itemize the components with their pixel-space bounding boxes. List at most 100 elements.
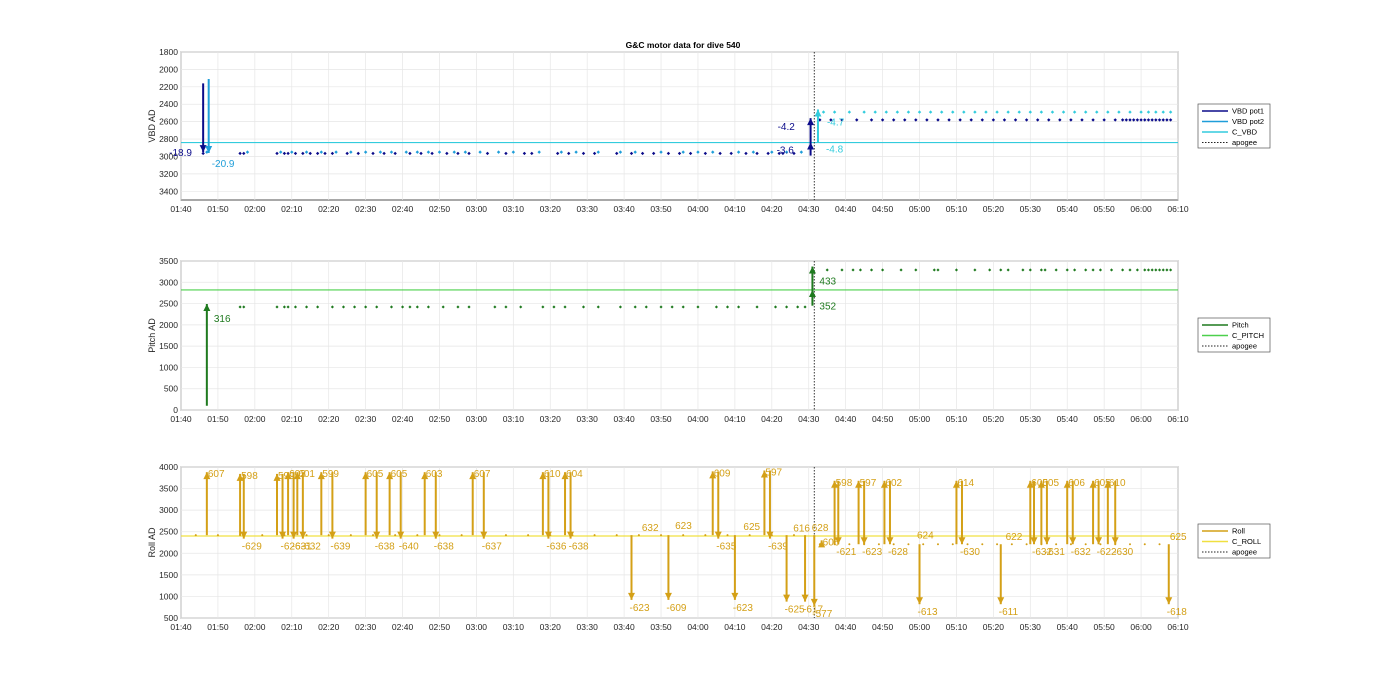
x-tick-label: 03:30 — [577, 622, 599, 632]
x-tick-label: 03:30 — [577, 414, 599, 424]
y-tick-label: 3400 — [159, 186, 178, 196]
legend-label: C_PITCH — [1232, 331, 1264, 340]
legend-label: C_ROLL — [1232, 537, 1261, 546]
motor-arrow: 623 — [675, 521, 692, 532]
x-tick-label: 02:30 — [355, 414, 377, 424]
marker-value-label: 601 — [298, 469, 315, 480]
y-tick-label: 2800 — [159, 134, 178, 144]
marker-value-label: -3.6 — [777, 146, 795, 157]
marker-value-label: -609 — [666, 603, 686, 614]
motor-arrow: 616 — [793, 524, 810, 535]
roll-point — [394, 534, 397, 537]
marker-value-label: -635 — [716, 542, 736, 553]
marker-value-label: -577 — [812, 609, 832, 620]
roll-point — [1010, 543, 1013, 546]
motor-arrow: 632 — [642, 523, 659, 534]
x-tick-label: 06:00 — [1130, 414, 1152, 424]
roll-point — [1099, 543, 1102, 546]
x-tick-label: 03:50 — [650, 622, 672, 632]
x-tick-label: 04:50 — [872, 622, 894, 632]
marker-value-label: 632 — [642, 523, 659, 534]
y-tick-label: 2000 — [159, 548, 178, 558]
x-tick-label: 02:10 — [281, 622, 303, 632]
roll-point — [438, 534, 441, 537]
marker-value-label: -630 — [960, 547, 980, 558]
axes-box — [180, 260, 1179, 411]
x-tick-label: 04:20 — [761, 204, 783, 214]
marker-value-label: -4.7 — [827, 117, 845, 128]
marker-value-label: 597 — [765, 467, 782, 478]
x-tick-label: 01:50 — [207, 622, 229, 632]
roll-point — [1158, 543, 1161, 546]
x-tick-label: 02:50 — [429, 414, 451, 424]
roll-point — [637, 534, 640, 537]
panel-2: 01:40 01:50 02:00 02:10 02:20 02:30 02:40 02:50… — [147, 256, 1271, 424]
marker-value-label: 610 — [544, 469, 561, 480]
marker-value-label: 622 — [1006, 532, 1023, 543]
legend-label: C_VBD — [1232, 128, 1258, 137]
x-tick-label: 03:50 — [650, 204, 672, 214]
x-tick-label: 05:30 — [1020, 622, 1042, 632]
panel-1: 01:40 01:50 02:00 02:10 02:20 02:30 02:40 02:50… — [147, 47, 1271, 214]
marker-value-label: 597 — [860, 478, 877, 489]
y-tick-label: 2500 — [159, 299, 178, 309]
y-axis-label: Pitch AD — [147, 318, 157, 353]
x-tick-label: 01:40 — [170, 622, 192, 632]
marker-value-label: 616 — [793, 524, 810, 535]
x-tick-label: 04:30 — [798, 204, 820, 214]
x-tick-label: 03:20 — [540, 414, 562, 424]
y-tick-label: 500 — [164, 613, 178, 623]
marker-value-label: 433 — [819, 277, 836, 288]
y-tick-label: 2000 — [159, 320, 178, 330]
legend-label: apogee — [1232, 548, 1257, 557]
x-tick-label: 02:50 — [429, 204, 451, 214]
x-tick-label: 05:40 — [1057, 414, 1079, 424]
marker-value-label: 605 — [367, 469, 384, 480]
y-axis-label: Roll AD — [147, 527, 157, 558]
roll-point — [460, 534, 463, 537]
x-tick-label: 04:00 — [687, 414, 709, 424]
marker-value-label: 599 — [322, 469, 339, 480]
roll-point — [1025, 543, 1028, 546]
x-tick-label: 03:10 — [503, 622, 525, 632]
y-tick-label: 2500 — [159, 527, 178, 537]
roll-point — [951, 543, 954, 546]
x-tick-label: 05:10 — [946, 204, 968, 214]
x-tick-label: 06:00 — [1130, 204, 1152, 214]
marker-value-label: -618 — [1167, 607, 1187, 618]
marker-value-label: -632 — [1071, 547, 1091, 558]
x-tick-label: 01:50 — [207, 414, 229, 424]
marker-value-label: 603 — [426, 469, 443, 480]
roll-point — [1069, 543, 1072, 546]
x-tick-label: 02:10 — [281, 414, 303, 424]
legend-label: Roll — [1232, 527, 1245, 536]
x-tick-label: 02:50 — [429, 622, 451, 632]
x-tick-label: 05:40 — [1057, 622, 1079, 632]
roll-point — [194, 534, 197, 537]
marker-value-label: 625 — [1170, 532, 1187, 543]
roll-point — [261, 534, 264, 537]
legend: VBD pot1VBD pot2 C_VBDapogee — [1197, 103, 1271, 149]
y-tick-label: 3200 — [159, 169, 178, 179]
roll-point — [877, 543, 880, 546]
x-tick-label: 02:20 — [318, 414, 340, 424]
marker-value-label: 607 — [208, 469, 225, 480]
y-tick-label: 500 — [164, 384, 178, 394]
marker-value-label: 624 — [917, 531, 934, 542]
y-tick-label: 2600 — [159, 117, 178, 127]
marker-value-label: 606 — [1068, 478, 1085, 489]
marker-value-label: 628 — [812, 523, 829, 534]
y-tick-label: 2000 — [159, 64, 178, 74]
legend-label: VBD pot2 — [1232, 117, 1264, 126]
marker-value-label: -637 — [482, 542, 502, 553]
roll-point — [615, 534, 618, 537]
x-tick-label: 05:50 — [1094, 622, 1116, 632]
x-tick-label: 03:20 — [540, 622, 562, 632]
x-tick-label: 04:20 — [761, 622, 783, 632]
x-tick-label: 05:20 — [983, 414, 1005, 424]
roll-point — [682, 534, 685, 537]
panel-3: 01:40 01:50 02:00 02:10 02:20 02:30 02:40 02:50… — [147, 462, 1271, 632]
roll-point — [1128, 543, 1131, 546]
marker-value-label: -623 — [862, 547, 882, 558]
x-tick-label: 05:40 — [1057, 204, 1079, 214]
